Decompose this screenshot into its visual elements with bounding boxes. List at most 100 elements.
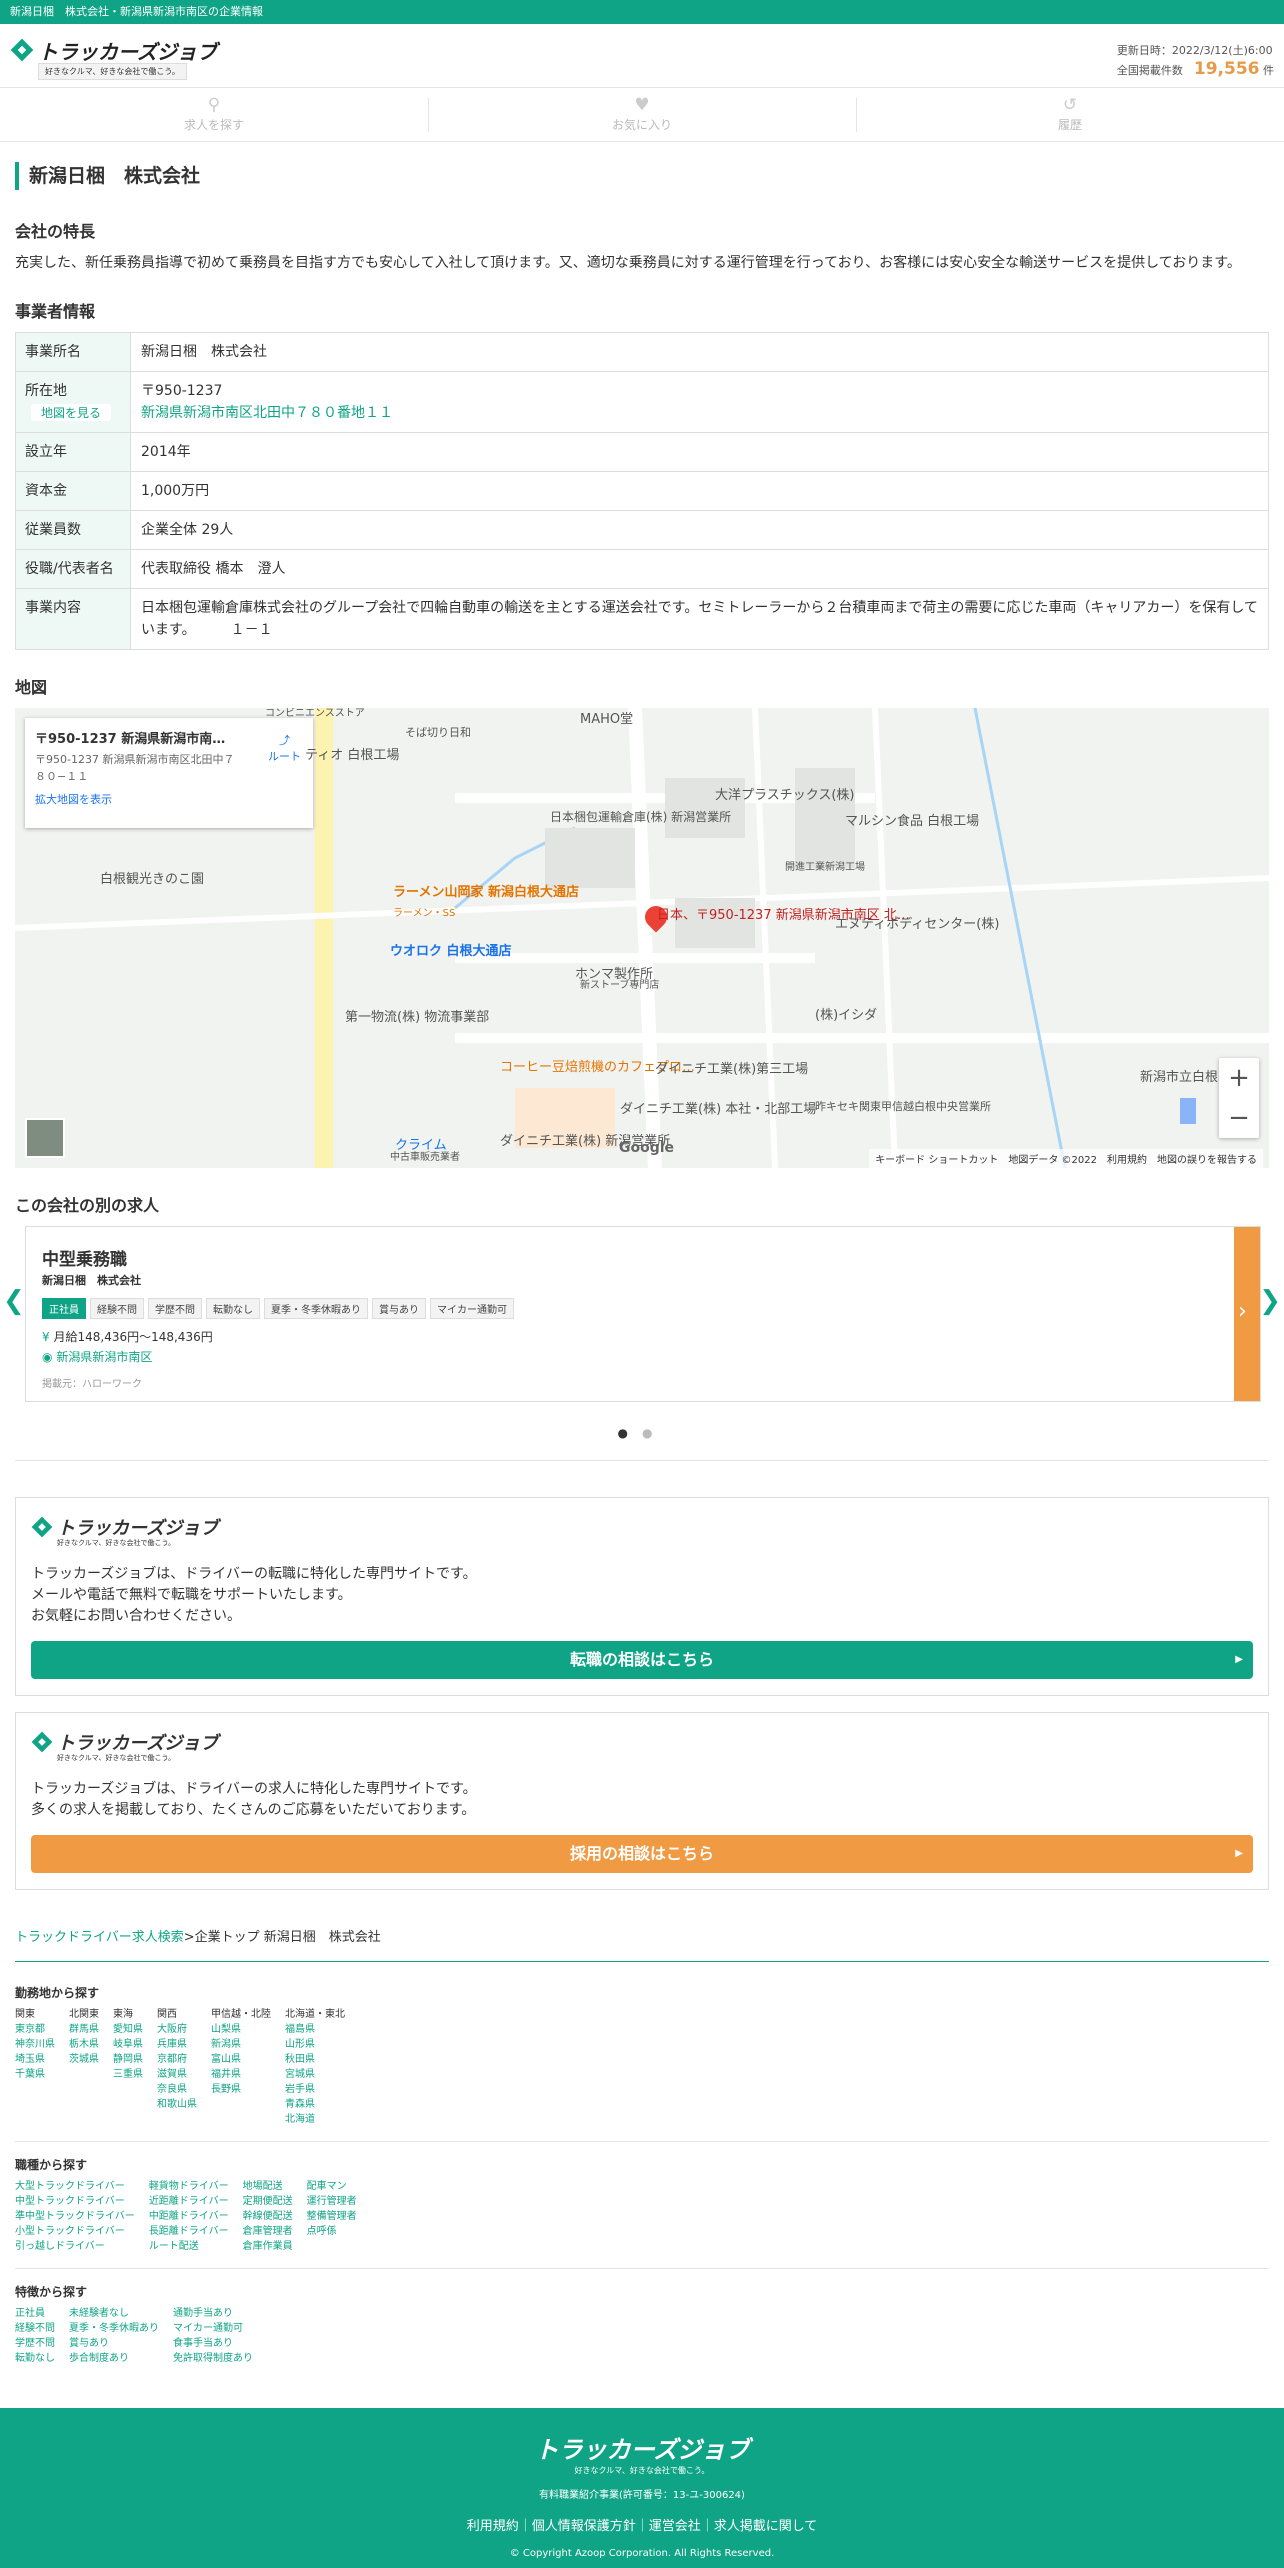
hiring-consult-button[interactable]: 採用の相談はこちら ▶: [31, 1835, 1253, 1873]
zoom-out-button[interactable]: −: [1219, 1098, 1259, 1138]
area-link[interactable]: 兵庫県: [157, 2037, 197, 2052]
carousel-dots[interactable]: ●●: [15, 1426, 1269, 1440]
area-link[interactable]: 新潟県: [211, 2037, 271, 2052]
job-tag: 転勤なし: [206, 1298, 260, 1319]
job-link[interactable]: 配車マン: [307, 2179, 357, 2194]
site-logo[interactable]: トラッカーズジョブ 好きなクルマ、好きな会社で働こう。: [10, 36, 217, 80]
job-info: ¥ 月給148,436円〜148,436円 ◉ 新潟県新潟市南区: [42, 1327, 1244, 1367]
carousel-prev-icon[interactable]: ❮: [3, 1286, 25, 1316]
count-label: 全国掲載件数: [1116, 64, 1183, 77]
feature-link[interactable]: 食事手当あり: [173, 2336, 253, 2351]
job-link[interactable]: 点呼係: [307, 2224, 357, 2239]
area-link[interactable]: 滋賀県: [157, 2067, 197, 2082]
area-link[interactable]: 三重県: [113, 2067, 143, 2082]
area-link[interactable]: 岩手県: [285, 2082, 345, 2097]
area-link[interactable]: 福島県: [285, 2022, 345, 2037]
footer-logo[interactable]: トラッカーズジョブ: [0, 2430, 1284, 2465]
enlarge-map-link[interactable]: 拡大地図を表示: [35, 791, 303, 807]
map-label: 白根観光きのこ園: [100, 872, 205, 887]
job-location-link[interactable]: 新潟県新潟市南区: [56, 1350, 152, 1364]
map-label: そば切り日和: [405, 726, 471, 739]
area-link[interactable]: 東京都: [15, 2022, 55, 2037]
area-link[interactable]: 愛知県: [113, 2022, 143, 2037]
job-link[interactable]: 小型トラックドライバー: [15, 2224, 135, 2239]
route-button[interactable]: ⤴ ルート: [268, 732, 301, 764]
footer-tagline: 好きなクルマ、好きな会社で働こう。: [574, 2466, 710, 2475]
feature-link[interactable]: 免許取得制度あり: [173, 2351, 253, 2366]
embedded-map[interactable]: 〒950-1237 新潟県新潟市南区... 〒950-1237 新潟県新潟市南区…: [15, 708, 1269, 1168]
area-link[interactable]: 千葉県: [15, 2067, 55, 2082]
feature-link[interactable]: マイカー通勤可: [173, 2321, 253, 2336]
feature-link[interactable]: 歩合制度あり: [69, 2351, 159, 2366]
job-link[interactable]: 準中型トラックドライバー: [15, 2209, 135, 2224]
carousel-next-icon[interactable]: ❯: [1259, 1286, 1281, 1316]
area-link[interactable]: 山梨県: [211, 2022, 271, 2037]
card-next-strip[interactable]: ›: [1234, 1227, 1260, 1401]
area-link[interactable]: 宮城県: [285, 2067, 345, 2082]
area-link[interactable]: 富山県: [211, 2052, 271, 2067]
job-link[interactable]: 定期便配送: [243, 2194, 293, 2209]
address-link[interactable]: 新潟県新潟市南区北田中７８０番地１１: [141, 405, 393, 421]
area-link[interactable]: 福井県: [211, 2067, 271, 2082]
footer-nav-links[interactable]: 利用規約｜個人情報保護方針｜運営会社｜求人掲載に関して: [0, 2515, 1284, 2534]
job-link[interactable]: 長距離ドライバー: [149, 2224, 229, 2239]
area-link[interactable]: 茨城県: [69, 2052, 99, 2067]
feature-link[interactable]: 賞与あり: [69, 2336, 159, 2351]
feature-link[interactable]: 夏季・冬季休暇あり: [69, 2321, 159, 2336]
job-link[interactable]: ルート配送: [149, 2239, 229, 2254]
view-map-button[interactable]: 地図を見る: [31, 404, 112, 421]
job-link[interactable]: 幹線便配送: [243, 2209, 293, 2224]
area-link[interactable]: 山形県: [285, 2037, 345, 2052]
job-link[interactable]: 中型トラックドライバー: [15, 2194, 135, 2209]
nav-favorites[interactable]: ♥ お気に入り: [428, 88, 856, 141]
map-footer[interactable]: キーボード ショートカット 地図データ ©2022 利用規約 地図の誤りを報告す…: [869, 1149, 1263, 1168]
area-link[interactable]: 長野県: [211, 2082, 271, 2097]
area-link[interactable]: 青森県: [285, 2097, 345, 2112]
area-link[interactable]: 奈良県: [157, 2082, 197, 2097]
table-row: 設立年 2014年: [15, 432, 1269, 472]
area-link[interactable]: 静岡県: [113, 2052, 143, 2067]
job-link[interactable]: 整備管理者: [307, 2209, 357, 2224]
divider: [15, 2141, 1269, 2142]
feature-link[interactable]: 通勤手当あり: [173, 2306, 253, 2321]
map-label: 新ストーブ専門店: [580, 980, 660, 991]
area-link[interactable]: 和歌山県: [157, 2097, 197, 2112]
nav-search[interactable]: ⚲ 求人を探す: [0, 88, 428, 141]
promo-logo-tagline: 好きなクルマ、好きな会社で働こう。: [57, 1539, 176, 1547]
job-link[interactable]: 運行管理者: [307, 2194, 357, 2209]
area-link[interactable]: 京都府: [157, 2052, 197, 2067]
feature-link[interactable]: 未経験者なし: [69, 2306, 159, 2321]
job-link[interactable]: 軽貨物ドライバー: [149, 2179, 229, 2194]
zoom-in-button[interactable]: +: [1219, 1058, 1259, 1098]
breadcrumb-home-link[interactable]: トラックドライバー求人検索: [15, 1930, 184, 1945]
hiring-promo-box: トラッカーズジョブ 好きなクルマ、好きな会社で働こう。 トラッカーズジョブは、ド…: [15, 1712, 1269, 1890]
area-link[interactable]: 大阪府: [157, 2022, 197, 2037]
area-link[interactable]: 群馬県: [69, 2022, 99, 2037]
top-bar: 新潟日梱 株式会社・新潟県新潟市南区の企業情報: [0, 0, 1284, 24]
area-link[interactable]: 埼玉県: [15, 2052, 55, 2067]
map-label: MAHO堂: [580, 712, 634, 727]
job-link[interactable]: 近距離ドライバー: [149, 2194, 229, 2209]
nav-history[interactable]: ↺ 履歴: [856, 88, 1284, 141]
area-link[interactable]: 北海道: [285, 2112, 345, 2127]
satellite-toggle[interactable]: [25, 1118, 65, 1158]
job-link[interactable]: 地場配送: [243, 2179, 293, 2194]
area-link[interactable]: 岐阜県: [113, 2037, 143, 2052]
area-link[interactable]: 神奈川県: [15, 2037, 55, 2052]
job-link[interactable]: 倉庫管理者: [243, 2224, 293, 2239]
row-label: 事業内容: [15, 588, 131, 650]
footer-license: 有料職業紹介事業(許可番号：13-ユ-300624): [539, 2490, 745, 2501]
logo-mark-icon: [10, 38, 34, 62]
job-link[interactable]: 倉庫作業員: [243, 2239, 293, 2254]
feature-link[interactable]: 転勤なし: [15, 2351, 55, 2366]
feature-link[interactable]: 正社員: [15, 2306, 55, 2321]
area-link[interactable]: 栃木県: [69, 2037, 99, 2052]
job-card[interactable]: 中型乗務職 新潟日梱 株式会社 正社員 経験不問 学歴不問 転勤なし 夏季・冬季…: [25, 1226, 1261, 1402]
feature-link[interactable]: 学歴不問: [15, 2336, 55, 2351]
job-link[interactable]: 引っ越しドライバー: [15, 2239, 135, 2254]
job-link[interactable]: 大型トラックドライバー: [15, 2179, 135, 2194]
area-link[interactable]: 秋田県: [285, 2052, 345, 2067]
feature-link[interactable]: 経験不問: [15, 2321, 55, 2336]
job-link[interactable]: 中距離ドライバー: [149, 2209, 229, 2224]
career-consult-button[interactable]: 転職の相談はこちら ▶: [31, 1641, 1253, 1679]
